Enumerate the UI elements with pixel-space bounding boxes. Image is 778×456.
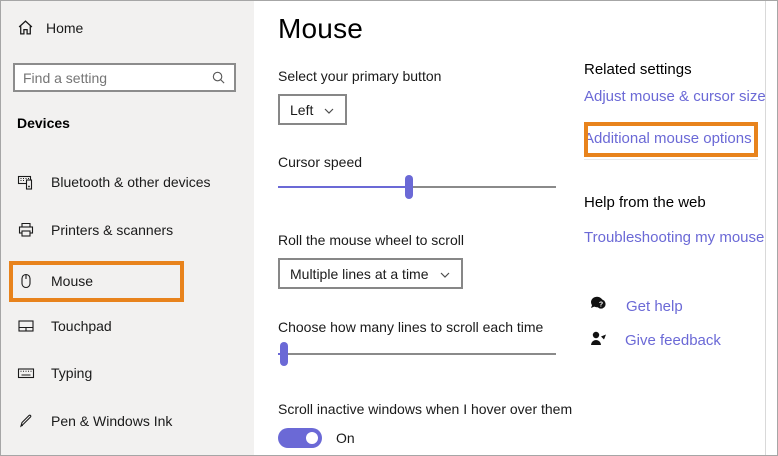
divider — [584, 159, 758, 160]
pen-icon — [17, 412, 35, 430]
slider-thumb[interactable] — [279, 342, 288, 366]
primary-button-value: Left — [290, 101, 314, 118]
sidebar-item-label: Mouse — [51, 273, 94, 289]
slider-fill — [278, 186, 409, 188]
sidebar-item-bluetooth[interactable]: Bluetooth & other devices — [1, 162, 254, 202]
mouse-icon — [17, 272, 35, 290]
sidebar-item-label: Bluetooth & other devices — [51, 174, 211, 190]
chevron-down-icon — [439, 269, 451, 281]
sidebar-item-label: Touchpad — [51, 318, 112, 334]
give-feedback-link[interactable]: Give feedback — [625, 332, 721, 349]
toggle-state-label: On — [336, 430, 355, 446]
scroll-inactive-row: On — [278, 428, 355, 448]
sidebar-item-label: Printers & scanners — [51, 222, 174, 238]
sidebar-item-mouse[interactable]: Mouse — [1, 261, 254, 301]
settings-window: Home Devices Bluetooth & other devices — [0, 0, 778, 456]
sidebar-section-heading: Devices — [17, 115, 70, 131]
cursor-speed-label: Cursor speed — [278, 154, 363, 170]
home-icon — [17, 19, 34, 36]
help-from-web-heading: Help from the web — [584, 194, 706, 211]
related-settings-heading: Related settings — [584, 61, 692, 78]
scroll-inactive-toggle[interactable] — [278, 428, 322, 448]
sidebar-item-touchpad[interactable]: Touchpad — [1, 306, 254, 346]
svg-text:?: ? — [599, 301, 603, 308]
adjust-cursor-size-link[interactable]: Adjust mouse & cursor size — [584, 88, 766, 105]
give-feedback-row[interactable]: Give feedback — [589, 329, 721, 352]
sidebar: Home Devices Bluetooth & other devices — [1, 1, 254, 455]
keyboard-icon — [17, 364, 35, 382]
cursor-speed-slider[interactable] — [278, 175, 556, 199]
printer-icon — [17, 221, 35, 239]
sidebar-item-typing[interactable]: Typing — [1, 353, 254, 393]
lines-to-scroll-label: Choose how many lines to scroll each tim… — [278, 319, 544, 335]
scroll-inactive-label: Scroll inactive windows when I hover ove… — [278, 401, 573, 417]
toggle-knob — [306, 432, 318, 444]
sidebar-item-pen[interactable]: Pen & Windows Ink — [1, 401, 254, 441]
get-help-row[interactable]: ? Get help — [589, 294, 683, 318]
get-help-icon: ? — [589, 294, 608, 318]
get-help-link[interactable]: Get help — [626, 298, 683, 315]
sidebar-home-label: Home — [46, 19, 84, 36]
wheel-scroll-value: Multiple lines at a time — [290, 265, 429, 282]
primary-button-select[interactable]: Left — [278, 94, 348, 125]
wheel-scroll-label: Roll the mouse wheel to scroll — [278, 232, 464, 248]
wheel-scroll-select[interactable]: Multiple lines at a time — [278, 258, 463, 289]
chevron-down-icon — [323, 105, 335, 117]
page-title: Mouse — [278, 13, 364, 44]
give-feedback-icon — [589, 329, 607, 352]
lines-to-scroll-slider[interactable] — [278, 342, 556, 366]
troubleshooting-link[interactable]: Troubleshooting my mouse — [584, 229, 764, 246]
search-input[interactable] — [15, 69, 211, 86]
slider-track[interactable] — [278, 353, 556, 355]
primary-button-label: Select your primary button — [278, 68, 442, 84]
sidebar-item-label: Typing — [51, 365, 93, 381]
scrollbar[interactable] — [765, 1, 766, 455]
slider-thumb[interactable] — [404, 175, 413, 199]
search-icon[interactable] — [211, 70, 226, 85]
additional-mouse-options-link[interactable]: Additional mouse options — [584, 130, 752, 147]
touchpad-icon — [17, 317, 35, 335]
sidebar-item-home[interactable]: Home — [17, 19, 83, 36]
sidebar-item-printers[interactable]: Printers & scanners — [1, 210, 254, 250]
bluetooth-devices-icon — [17, 173, 35, 191]
search-box — [13, 63, 236, 92]
sidebar-item-label: Pen & Windows Ink — [51, 413, 173, 429]
